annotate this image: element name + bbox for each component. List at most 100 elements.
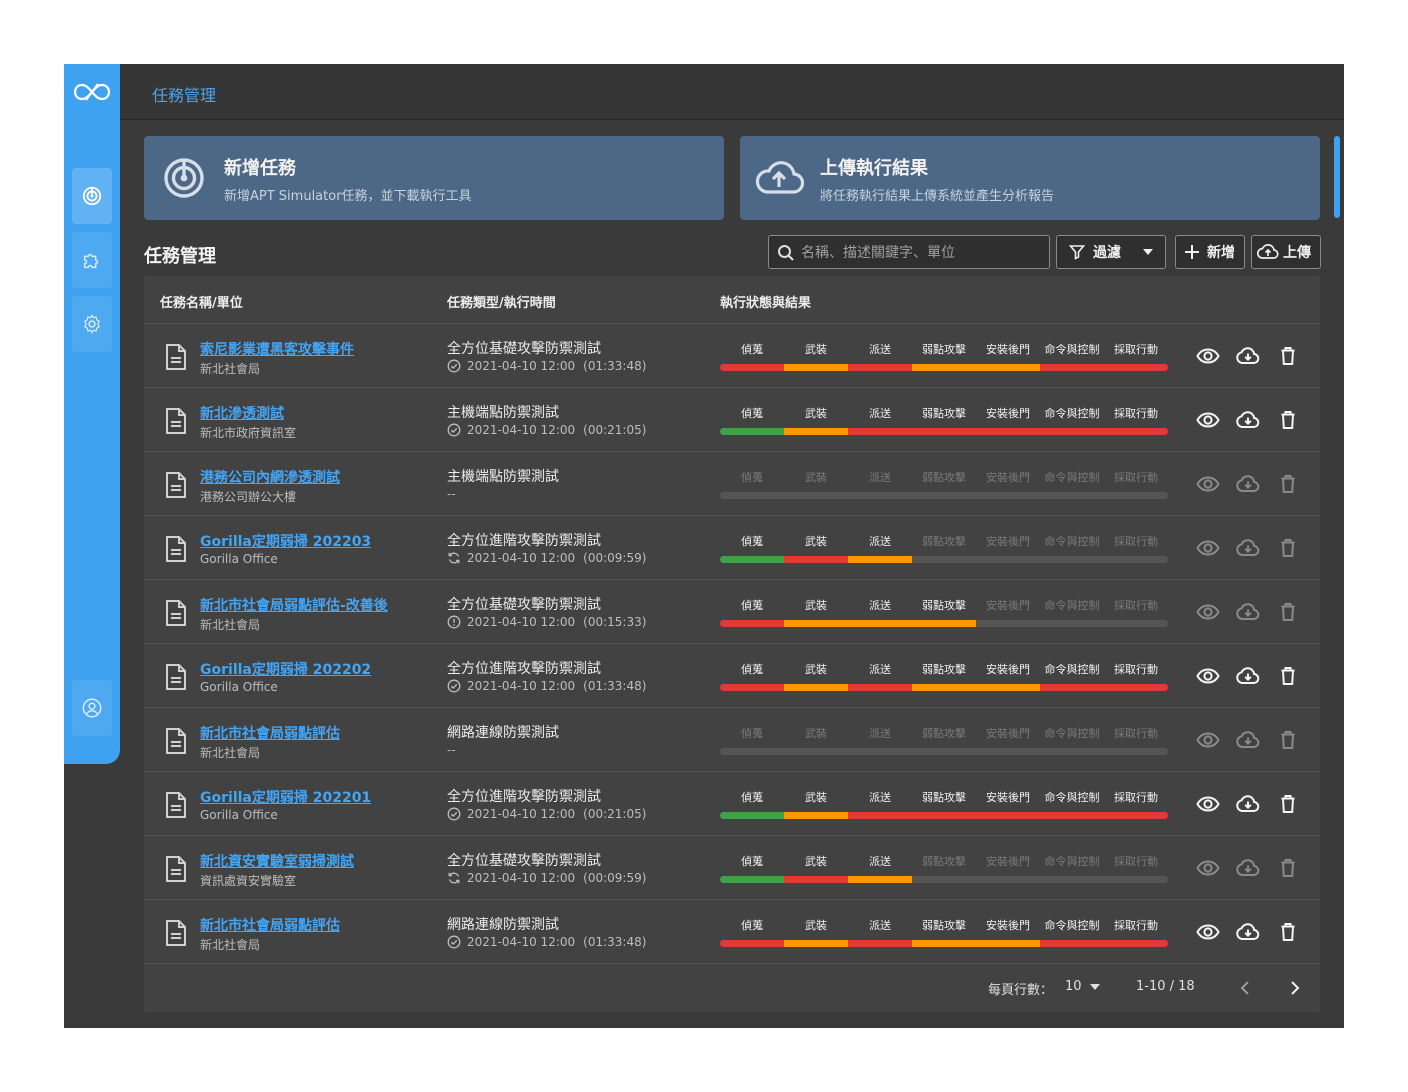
stage-bar-segment	[912, 812, 976, 819]
view-icon[interactable]	[1196, 408, 1220, 432]
stage-bar-segment	[1104, 364, 1168, 371]
stage-label: 偵蒐	[741, 599, 763, 612]
stage-label: 武裝	[805, 343, 827, 356]
stage-bar-segment	[784, 428, 848, 435]
task-name-link[interactable]: 新北滲透測試	[200, 403, 284, 423]
task-name-link[interactable]: Gorilla定期弱掃 202201	[200, 787, 371, 807]
task-unit: Gorilla Office	[200, 680, 278, 694]
task-type: 全方位進階攻擊防禦測試	[447, 661, 601, 677]
cloud-download-icon[interactable]	[1236, 600, 1260, 624]
delete-icon[interactable]	[1276, 472, 1300, 496]
upload-button[interactable]: 上傳	[1251, 235, 1321, 269]
view-icon[interactable]	[1196, 856, 1220, 880]
stage-bar-segment	[912, 620, 976, 627]
cloud-download-icon[interactable]	[1236, 728, 1260, 752]
delete-icon[interactable]	[1276, 728, 1300, 752]
breadcrumb[interactable]: 任務管理	[152, 82, 216, 106]
stage-bar-segment	[784, 876, 848, 883]
stage-label: 武裝	[805, 407, 827, 420]
task-name-link[interactable]: Gorilla定期弱掃 202202	[200, 659, 371, 679]
add-button[interactable]: 新增	[1175, 235, 1245, 269]
cloud-download-icon[interactable]	[1236, 856, 1260, 880]
cloud-download-icon[interactable]	[1236, 920, 1260, 944]
cloud-download-icon[interactable]	[1236, 344, 1260, 368]
delete-icon[interactable]	[1276, 536, 1300, 560]
table-row[interactable]: 新北市社會局弱點評估-改善後 新北社會局 全方位基礎攻擊防禦測試 2021-04-10…	[144, 580, 1320, 644]
table-row[interactable]: 新北資安實驗室弱掃測試 資訊處資安實驗室 全方位基礎攻擊防禦測試 2021-04-10…	[144, 836, 1320, 900]
view-icon[interactable]	[1196, 536, 1220, 560]
task-name-link[interactable]: Gorilla定期弱掃 202203	[200, 531, 371, 551]
stage-label: 派送	[869, 855, 891, 868]
task-start-time: 2021-04-10 12:00	[467, 359, 576, 373]
delete-icon[interactable]	[1276, 856, 1300, 880]
delete-icon[interactable]	[1276, 600, 1300, 624]
stage-progress: 偵蒐 武裝 派送 弱點攻擊 安裝後門 命令與控制 採取行動	[720, 900, 1168, 964]
sidebar-item-settings[interactable]	[72, 296, 112, 352]
stage-bar-segment	[1104, 940, 1168, 947]
delete-icon[interactable]	[1276, 664, 1300, 688]
view-icon[interactable]	[1196, 472, 1220, 496]
view-icon[interactable]	[1196, 664, 1220, 688]
stage-bar-segment	[720, 428, 784, 435]
delete-icon[interactable]	[1276, 920, 1300, 944]
stage-label: 安裝後門	[986, 471, 1030, 484]
view-icon[interactable]	[1196, 792, 1220, 816]
task-name-link[interactable]: 港務公司內網滲透測試	[200, 467, 340, 487]
view-icon[interactable]	[1196, 344, 1220, 368]
search-input[interactable]	[801, 242, 1041, 264]
add-label: 新增	[1207, 245, 1235, 261]
filter-button[interactable]: 過濾	[1056, 235, 1166, 269]
cloud-download-icon[interactable]	[1236, 408, 1260, 432]
sidebar-item-tasks[interactable]	[72, 168, 112, 224]
delete-icon[interactable]	[1276, 792, 1300, 816]
task-duration: (00:09:59)	[583, 871, 647, 885]
sync-icon	[447, 551, 461, 565]
task-unit: Gorilla Office	[200, 808, 278, 822]
table-row[interactable]: Gorilla定期弱掃 202202 Gorilla Office 全方位進階攻擊防…	[144, 644, 1320, 708]
app-window: 任務管理 新增任務 新增APT Simulator任務，並下載執行工具 上傳執行…	[64, 64, 1344, 1028]
cloud-download-icon[interactable]	[1236, 792, 1260, 816]
table-row[interactable]: 港務公司內網滲透測試 港務公司辦公大樓 主機端點防禦測試 -- 偵蒐 武裝 派送 弱點攻擊 安裝…	[144, 452, 1320, 516]
upload-result-card[interactable]: 上傳執行結果 將任務執行結果上傳系統並產生分析報告	[740, 136, 1320, 220]
table-row[interactable]: 新北滲透測試 新北市政府資訊室 主機端點防禦測試 2021-04-10 12:00 (0…	[144, 388, 1320, 452]
delete-icon[interactable]	[1276, 344, 1300, 368]
logo-icon[interactable]	[70, 78, 114, 106]
task-name-link[interactable]: 索尼影業遭黑客攻擊事件	[200, 339, 354, 359]
cloud-download-icon[interactable]	[1236, 472, 1260, 496]
rows-per-page-select[interactable]: 10	[1065, 979, 1100, 994]
task-duration: (01:33:48)	[583, 359, 647, 373]
task-start-time: 2021-04-10 12:00	[467, 871, 576, 885]
top-bar: 任務管理	[120, 64, 1344, 120]
delete-icon[interactable]	[1276, 408, 1300, 432]
column-header-status: 執行狀態與結果	[720, 296, 812, 311]
sidebar-item-account[interactable]	[72, 680, 112, 736]
stage-bar-segment	[1104, 428, 1168, 435]
view-icon[interactable]	[1196, 728, 1220, 752]
task-name-link[interactable]: 新北市社會局弱點評估	[200, 723, 340, 743]
view-icon[interactable]	[1196, 600, 1220, 624]
task-name-link[interactable]: 新北市社會局弱點評估	[200, 915, 340, 935]
row-actions	[1196, 408, 1306, 432]
task-type: 全方位進階攻擊防禦測試	[447, 533, 601, 549]
cloud-download-icon[interactable]	[1236, 664, 1260, 688]
table-row[interactable]: Gorilla定期弱掃 202203 Gorilla Office 全方位進階攻擊防…	[144, 516, 1320, 580]
task-table: 任務名稱/單位 任務類型/執行時間 執行狀態與結果 索尼影業遭黑客攻擊事件 新北社…	[144, 276, 1320, 1012]
previous-page-icon[interactable]	[1240, 981, 1250, 995]
stage-label: 派送	[869, 535, 891, 548]
table-row[interactable]: Gorilla定期弱掃 202201 Gorilla Office 全方位進階攻擊防…	[144, 772, 1320, 836]
task-unit: 新北社會局	[200, 938, 261, 952]
table-row[interactable]: 新北市社會局弱點評估 新北社會局 網路連線防禦測試 2021-04-10 12:00 (…	[144, 900, 1320, 964]
table-row[interactable]: 新北市社會局弱點評估 新北社會局 網路連線防禦測試 -- 偵蒐 武裝 派送 弱點攻擊 安裝後門 命…	[144, 708, 1320, 772]
scrollbar-thumb[interactable]	[1334, 136, 1340, 218]
stage-bar-segment	[1040, 940, 1104, 947]
sidebar-item-plugins[interactable]	[72, 232, 112, 288]
view-icon[interactable]	[1196, 920, 1220, 944]
task-name-link[interactable]: 新北市社會局弱點評估-改善後	[200, 595, 388, 615]
table-row[interactable]: 索尼影業遭黑客攻擊事件 新北社會局 全方位基礎攻擊防禦測試 2021-04-10 12…	[144, 324, 1320, 388]
task-name-link[interactable]: 新北資安實驗室弱掃測試	[200, 851, 354, 871]
next-page-icon[interactable]	[1290, 981, 1300, 995]
cloud-download-icon[interactable]	[1236, 536, 1260, 560]
new-task-card[interactable]: 新增任務 新增APT Simulator任務，並下載執行工具	[144, 136, 724, 220]
stage-label: 採取行動	[1114, 599, 1158, 612]
check-circle-icon	[447, 935, 461, 949]
